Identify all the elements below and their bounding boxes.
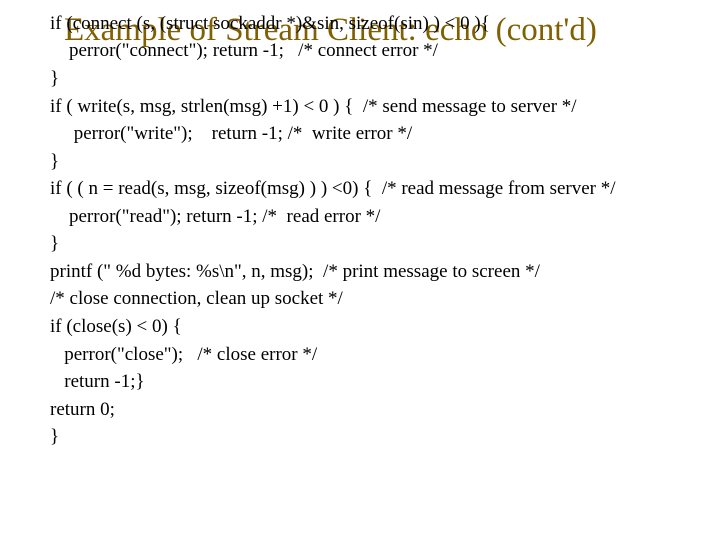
code-block: if (connect (s, (struct sockaddr *)&sin,… xyxy=(50,10,690,451)
slide-container: Example of Stream Client: echo (cont'd) … xyxy=(0,0,720,540)
